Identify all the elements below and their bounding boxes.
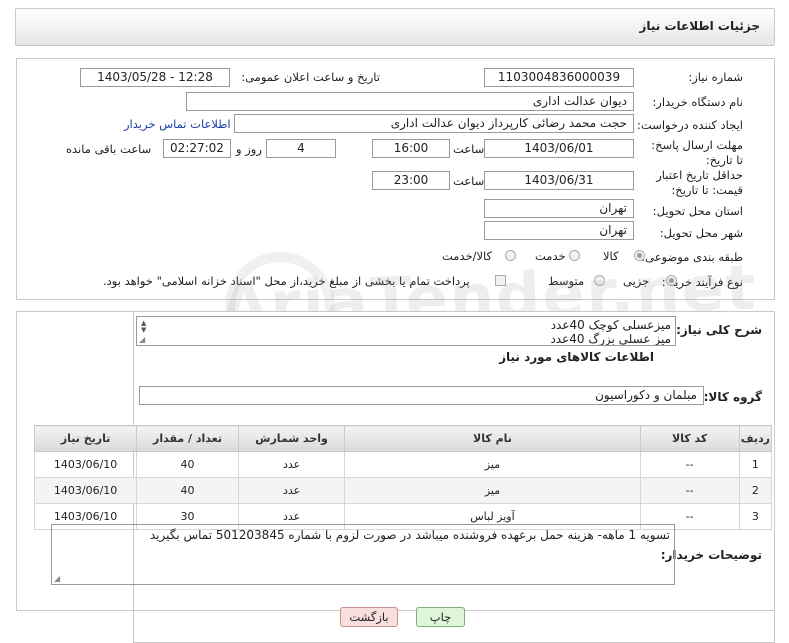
- resize-grip-icon[interactable]: ◢: [54, 574, 60, 583]
- days-label: روز و: [236, 142, 262, 156]
- cell-date: 1403/06/10: [33, 451, 138, 478]
- table-header-row: ردیف کد کالا نام کالا واحد شمارش تعداد /…: [33, 425, 773, 452]
- cell-unit: عدد: [237, 451, 346, 478]
- page-header: جزئیات اطلاعات نیاز: [15, 8, 775, 46]
- desc-line-2: میز عسلی بزرگ 40عدد: [550, 332, 671, 346]
- group-label: گروه کالا:: [703, 390, 762, 404]
- province-label: استان محل تحویل:: [652, 204, 743, 218]
- announce-label: تاریخ و ساعت اعلان عمومی:: [241, 70, 380, 84]
- buyer-org-label: نام دستگاه خریدار:: [652, 95, 743, 109]
- col-name-header: نام کالا: [344, 425, 641, 452]
- col-qty-header: تعداد / مقدار: [136, 425, 239, 452]
- notes-label: توضیحات خریدار:: [660, 548, 762, 562]
- province-field: تهران: [484, 199, 634, 218]
- remaining-label: ساعت باقی مانده: [66, 142, 152, 156]
- validity-date-field: 1403/06/31: [484, 171, 634, 190]
- city-field: تهران: [484, 221, 634, 240]
- back-button[interactable]: بازگشت: [340, 607, 398, 627]
- table-row: 1 -- میز عدد 40 1403/06/10: [33, 451, 773, 478]
- deadline-date-field: 1403/06/01: [484, 139, 634, 158]
- need-number-label: شماره نیاز:: [688, 70, 743, 84]
- contact-link[interactable]: اطلاعات تماس خریدار: [124, 117, 231, 131]
- announce-field: 1403/05/28 - 12:28: [80, 68, 230, 87]
- scroll-down-icon[interactable]: ▼: [141, 326, 146, 334]
- notes-textarea[interactable]: تسویه 1 ماهه- هزینه حمل برعهده فروشنده م…: [51, 524, 675, 585]
- cell-qty: 40: [136, 477, 239, 504]
- creator-field: حجت محمد رضائی کارپرداز دیوان عدالت ادار…: [234, 114, 634, 133]
- col-unit-header: واحد شمارش: [237, 425, 346, 452]
- deadline-time-label: ساعت: [453, 142, 485, 156]
- table-row: 2 -- میز عدد 40 1403/06/10: [33, 477, 773, 504]
- notes-text: تسویه 1 ماهه- هزینه حمل برعهده فروشنده م…: [149, 528, 670, 542]
- cell-row: 2: [738, 477, 773, 504]
- validity-label: حداقل تاریخ اعتبار قیمت: تا تاریخ:: [656, 168, 743, 197]
- cell-date: 1403/06/10: [33, 477, 138, 504]
- validity-time-field: 23:00: [372, 171, 450, 190]
- deadline-label: مهلت ارسال پاسخ: تا تاریخ:: [651, 138, 743, 167]
- desc-label: شرح کلی نیاز:: [676, 323, 762, 337]
- col-row-header: ردیف: [738, 425, 773, 452]
- cell-qty: 40: [136, 451, 239, 478]
- creator-label: ایجاد کننده درخواست:: [637, 118, 743, 132]
- group-field: مبلمان و دکوراسیون: [139, 386, 704, 405]
- cell-name: میز: [344, 477, 641, 504]
- cell-row: 1: [738, 451, 773, 478]
- cell-row: 3: [738, 503, 773, 530]
- desc-line-1: میزعسلی کوچک 40عدد: [550, 318, 671, 332]
- goods-info-title: اطلاعات کالاهای مورد نیاز: [499, 350, 654, 364]
- page-title: جزئیات اطلاعات نیاز: [639, 19, 760, 33]
- days-field: 4: [266, 139, 336, 158]
- validity-time-label: ساعت: [453, 174, 485, 188]
- col-code-header: کد کالا: [639, 425, 740, 452]
- resize-grip-icon[interactable]: ◢: [139, 335, 145, 344]
- cell-name: میز: [344, 451, 641, 478]
- remaining-time-field: 02:27:02: [163, 139, 231, 158]
- cell-code: --: [639, 451, 740, 478]
- goods-table: ردیف کد کالا نام کالا واحد شمارش تعداد /…: [33, 425, 773, 530]
- city-label: شهر محل تحویل:: [659, 226, 743, 240]
- deadline-time-field: 16:00: [372, 139, 450, 158]
- col-date-header: تاریخ نیاز: [33, 425, 138, 452]
- buyer-org-field: دیوان عدالت اداری: [186, 92, 634, 111]
- need-number-field: 1103004836000039: [484, 68, 634, 87]
- cell-code: --: [639, 477, 740, 504]
- desc-textarea[interactable]: میزعسلی کوچک 40عدد میز عسلی بزرگ 40عدد ▲…: [136, 316, 676, 346]
- print-button[interactable]: چاپ: [416, 607, 465, 627]
- cell-unit: عدد: [237, 477, 346, 504]
